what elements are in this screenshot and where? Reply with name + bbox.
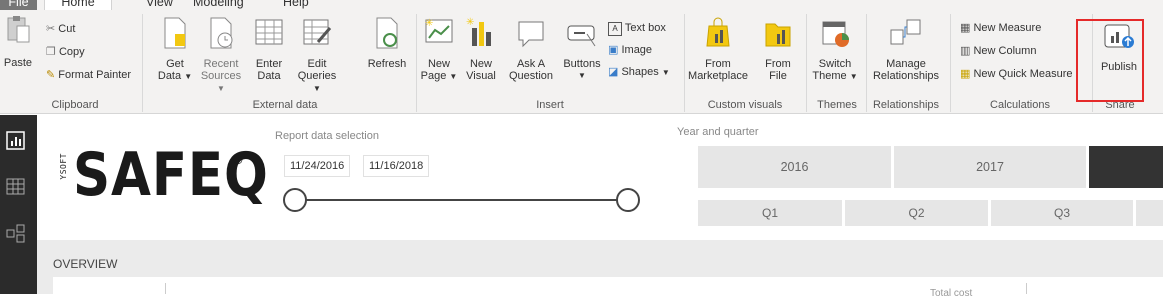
enter-data-button[interactable]: Enter Data [252, 16, 286, 82]
new-page-button[interactable]: ✳ New Page ▼ [420, 16, 458, 83]
ask-question-button[interactable]: Ask A Question [506, 16, 556, 82]
image-icon: ▣ [608, 44, 619, 56]
new-visual-button[interactable]: ✳ New Visual [464, 16, 498, 82]
quarter-q4-tile[interactable] [1136, 200, 1163, 226]
recent-clock-icon [210, 17, 233, 49]
date-end-input[interactable]: 11/16/2018 [363, 155, 430, 177]
buttons-button[interactable]: Buttons ▼ [560, 16, 604, 82]
data-view-icon[interactable] [5, 177, 27, 197]
menu-tab-view[interactable]: View [146, 0, 173, 9]
report-header: YSOFT SAFEQ ® Report data selection 11/2… [37, 115, 1163, 240]
quarter-q1-tile[interactable]: Q1 [698, 200, 842, 226]
cut-button[interactable]: ✂ Cut [46, 23, 75, 35]
folder-chart-icon [765, 23, 791, 47]
date-slider-start-handle[interactable] [283, 188, 307, 212]
report-canvas: YSOFT SAFEQ ® Report data selection 11/2… [37, 115, 1163, 299]
bar-chart-icon: ✳ [466, 17, 491, 46]
separator [806, 14, 807, 112]
overview-heading: OVERVIEW [53, 257, 118, 271]
group-label-external-data: External data [252, 99, 318, 111]
calculator-icon: ▦ [960, 22, 971, 34]
menu-bar: File Home View Modeling Help [0, 0, 1163, 11]
relationships-icon [890, 19, 921, 45]
format-painter-button[interactable]: ✎ Format Painter [46, 69, 131, 81]
year-selected-tile[interactable] [1089, 146, 1163, 188]
quarter-q2-tile[interactable]: Q2 [845, 200, 988, 226]
date-slider-end-handle[interactable] [616, 188, 640, 212]
edit-queries-button[interactable]: Edit Queries ▼ [294, 16, 340, 95]
column-icon: ▥ [960, 45, 971, 57]
group-label-calculations: Calculations [990, 99, 1050, 111]
menu-file[interactable]: File [0, 0, 37, 10]
from-file-button[interactable]: From File [758, 16, 798, 82]
group-label-custom-visuals: Custom visuals [707, 99, 783, 111]
button-cursor-icon [567, 25, 596, 47]
year-2017-tile[interactable]: 2017 [894, 146, 1086, 188]
quarter-q3-tile[interactable]: Q3 [991, 200, 1133, 226]
date-slider-track [295, 199, 625, 201]
speech-bubble-icon [518, 21, 544, 48]
model-view-icon[interactable] [5, 223, 27, 243]
new-measure-button[interactable]: ▦ New Measure [960, 22, 1041, 34]
new-quick-measure-button[interactable]: ▦ New Quick Measure [960, 68, 1073, 80]
date-start-input[interactable]: 11/24/2016 [284, 155, 351, 177]
image-button[interactable]: ▣ Image [608, 44, 652, 56]
card-divider [165, 283, 166, 294]
separator [684, 14, 685, 112]
group-label-themes: Themes [817, 99, 857, 111]
logo-side-text: YSOFT [59, 153, 68, 180]
view-switcher-rail [0, 115, 37, 294]
year-2016-tile[interactable]: 2016 [698, 146, 891, 188]
document-data-icon [164, 17, 186, 49]
svg-text:✳: ✳ [425, 18, 433, 29]
paintbrush-icon: ✎ [46, 69, 56, 81]
ribbon: Paste ✂ Cut ❐ Copy ✎ Format Painter Clip… [0, 10, 1163, 114]
recent-sources-button[interactable]: Recent Sources ▼ [198, 16, 244, 95]
manage-relationships-button[interactable]: Manage Relationships [868, 16, 944, 82]
separator [950, 14, 951, 112]
shapes-button[interactable]: ◪ Shapes ▼ [608, 66, 670, 79]
group-label-insert: Insert [536, 99, 564, 111]
refresh-button[interactable]: Refresh [364, 16, 410, 70]
shapes-icon: ◪ [608, 66, 619, 78]
svg-text:✳: ✳ [466, 17, 474, 28]
new-page-icon: ✳ [425, 18, 453, 43]
theme-palette-icon [822, 21, 849, 47]
text-box-icon: A [608, 22, 622, 36]
overview-card [53, 277, 1163, 294]
registered-mark: ® [233, 152, 243, 167]
table-icon [255, 19, 283, 45]
separator [866, 14, 867, 112]
quick-measure-icon: ▦ [960, 68, 971, 80]
paste-button[interactable]: Paste [2, 14, 34, 69]
report-view-icon[interactable] [5, 131, 27, 151]
text-box-button[interactable]: A Text box [608, 22, 666, 36]
edit-table-icon [303, 19, 332, 45]
switch-theme-button[interactable]: Switch Theme ▼ [812, 16, 858, 83]
menu-tab-modeling[interactable]: Modeling [193, 0, 244, 9]
group-label-relationships: Relationships [872, 99, 940, 111]
group-label-clipboard: Clipboard [51, 99, 99, 111]
get-data-button[interactable]: Get Data ▼ [155, 16, 195, 83]
date-selection-title: Report data selection [275, 130, 379, 142]
copy-button[interactable]: ❐ Copy [46, 46, 85, 58]
shopping-bag-icon [706, 17, 730, 47]
menu-tab-help[interactable]: Help [283, 0, 309, 9]
card-divider [1026, 283, 1027, 294]
new-column-button[interactable]: ▥ New Column [960, 45, 1036, 57]
from-marketplace-button[interactable]: From Marketplace [688, 16, 748, 82]
publish-highlight-box [1076, 19, 1144, 102]
refresh-icon [376, 17, 398, 49]
copy-icon: ❐ [46, 46, 56, 58]
scissors-icon: ✂ [46, 23, 56, 35]
separator [416, 14, 417, 112]
separator [142, 14, 143, 112]
year-quarter-title: Year and quarter [677, 126, 759, 138]
paste-icon [7, 16, 30, 43]
